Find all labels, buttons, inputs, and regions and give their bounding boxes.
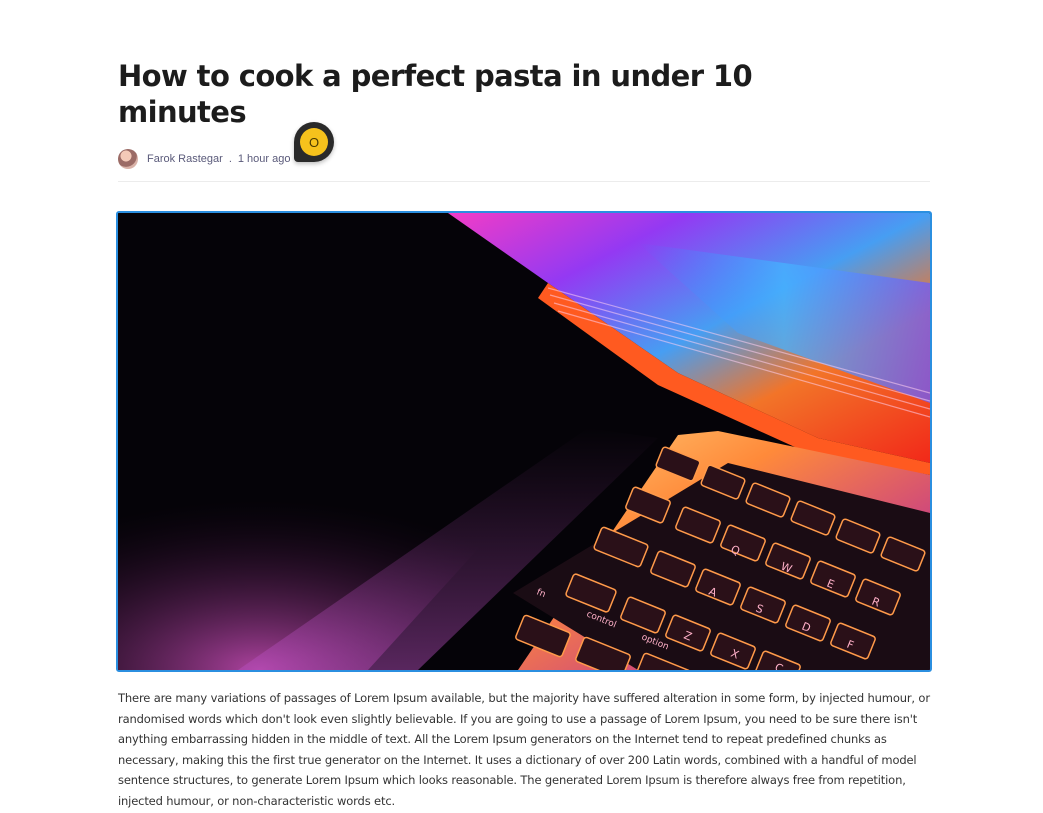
author-avatar[interactable] <box>118 149 138 169</box>
author-name[interactable]: Farok Rastegar <box>147 153 223 165</box>
comment-marker-icon: O <box>300 128 328 156</box>
post-time: 1 hour ago <box>237 153 291 165</box>
meta-separator: . <box>228 153 232 165</box>
meta-divider <box>118 181 930 182</box>
laptop-photo: Q W E R A S D F Z X C fn control option <box>118 213 930 670</box>
article-meta: Farok Rastegar . 1 hour ago <box>118 149 290 169</box>
hero-image[interactable]: Q W E R A S D F Z X C fn control option <box>116 211 932 672</box>
article-body: There are many variations of passages of… <box>118 691 930 808</box>
article-title: How to cook a perfect pasta in under 10 … <box>118 59 753 129</box>
comment-marker[interactable]: O <box>294 122 334 162</box>
